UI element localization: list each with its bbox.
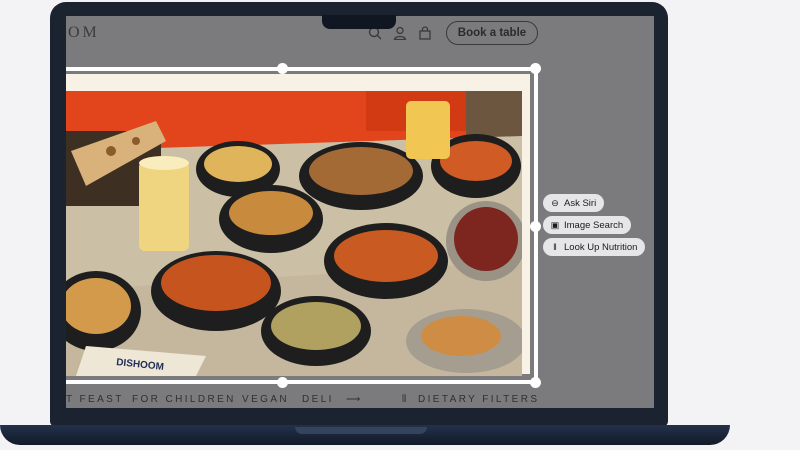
dietary-filters-button[interactable]: DIETARY FILTERS <box>418 394 539 405</box>
camera-notch <box>322 15 396 29</box>
menu-item-for-children[interactable]: FOR CHILDREN <box>132 394 236 405</box>
ask-siri-label: Ask Siri <box>564 198 597 209</box>
selection-handle-bottom[interactable] <box>277 377 288 388</box>
dietary-filters-icon[interactable]: ⫴ <box>402 394 409 405</box>
utensils-icon: ǁ <box>553 242 557 252</box>
look-up-nutrition-label: Look Up Nutrition <box>564 242 638 253</box>
selection-handle-top[interactable] <box>277 63 288 74</box>
selection-handle-top-right[interactable] <box>530 63 541 74</box>
category-menu: T FEAST FOR CHILDREN VEGAN DELI ⟶ ⫴ DIET… <box>66 390 654 408</box>
image-search-icon: ▣ <box>550 220 560 230</box>
brand-logo[interactable]: OM <box>68 24 100 42</box>
selection-border-top <box>66 67 538 71</box>
laptop-base-notch <box>295 427 427 434</box>
siri-icon: ⊖ <box>551 198 559 208</box>
ask-siri-button[interactable]: ⊖ Ask Siri <box>543 194 605 212</box>
selection-border-bottom <box>66 380 538 384</box>
look-up-nutrition-button[interactable]: ǁ Look Up Nutrition <box>543 238 646 256</box>
arrow-right-icon[interactable]: ⟶ <box>346 394 360 405</box>
user-icon[interactable] <box>393 26 407 40</box>
menu-item-feast[interactable]: T FEAST <box>66 394 124 405</box>
menu-item-deli[interactable]: DELI <box>302 394 334 405</box>
selection-handle-bottom-right[interactable] <box>530 377 541 388</box>
menu-item-vegan[interactable]: VEGAN <box>242 394 289 405</box>
bag-icon[interactable] <box>418 26 432 40</box>
book-a-table-button[interactable]: Book a table <box>446 21 538 45</box>
food-photo[interactable]: DISHOOM <box>66 91 522 376</box>
selection-handle-right[interactable] <box>530 221 541 232</box>
image-search-label: Image Search <box>564 220 624 231</box>
image-search-button[interactable]: ▣ Image Search <box>543 216 632 234</box>
